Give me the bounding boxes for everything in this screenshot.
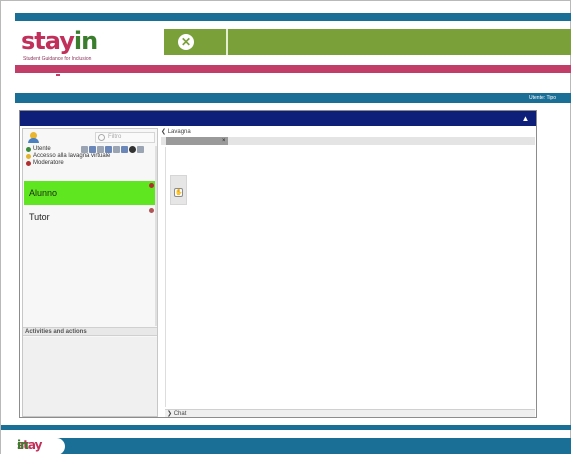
whiteboard-tabbar: × (161, 137, 535, 145)
panel-scrollbar[interactable] (155, 146, 157, 326)
green-toolbar: ✕ (164, 29, 571, 55)
pink-banner (15, 65, 571, 73)
toolbar-separator (226, 29, 228, 55)
logo-tagline: Student Guidance for Inclusion (23, 56, 92, 62)
pointer-tool-icon[interactable]: ✋ (174, 188, 183, 197)
footer-bar (1, 438, 571, 454)
tools-icon[interactable] (137, 146, 144, 153)
whiteboard-toolbox: ✋ (170, 175, 187, 205)
green-dot-icon (26, 147, 31, 152)
stayin-logo: stayin Student Guidance for Inclusion (15, 27, 163, 65)
user-row-tutor[interactable]: Tutor (24, 206, 156, 228)
screen-icon[interactable] (105, 146, 112, 153)
legend-item-accesso: Accesso alla lavagna virtuale (26, 153, 156, 160)
whiteboard-header[interactable]: ❮ Lavagna (161, 128, 535, 136)
user-label: Utente: Tipo (529, 95, 556, 101)
chevron-right-icon: ❯ (167, 411, 174, 417)
yellow-dot-icon (26, 154, 31, 159)
chat-label: Chat (173, 411, 187, 417)
user-bar: Utente: Tipo (15, 93, 571, 103)
warning-icon[interactable]: ▲ (521, 114, 530, 123)
users-icon[interactable] (28, 132, 42, 144)
whiteboard-canvas[interactable]: ✋ (165, 147, 535, 407)
user-row-alunno[interactable]: Alunno (24, 181, 156, 205)
users-panel: Filtro Utente Accesso alla lavagna virtu… (22, 128, 158, 417)
filter-input[interactable]: Filtro (95, 132, 155, 143)
whiteboard-title: Lavagna (167, 129, 191, 135)
virtual-classroom-app: ▲ Filtro Utente Accesso alla lavagna vir… (19, 110, 537, 418)
footer-logo: stay in (1, 438, 65, 454)
user-add-icon[interactable] (81, 146, 88, 153)
camera-icon[interactable] (89, 146, 96, 153)
legend-item-moderatore: Moderatore (26, 160, 156, 167)
chevron-left-icon: ❮ (161, 129, 168, 135)
top-banner (15, 13, 571, 21)
page: stayin Student Guidance for Inclusion ✕ … (0, 0, 571, 454)
app-header: ▲ (20, 111, 536, 126)
mic-mute-icon[interactable] (129, 146, 136, 153)
grid-icon[interactable] (97, 146, 104, 153)
whiteboard-panel: ❮ Lavagna × ✋ ❯ Chat (161, 128, 535, 417)
microphone-icon[interactable] (121, 146, 128, 153)
user-name: Alunno (29, 188, 58, 198)
tab-close-icon[interactable]: × (222, 137, 226, 145)
pink-marker (56, 74, 60, 76)
status-dot-icon (149, 208, 154, 213)
search-icon (98, 134, 105, 141)
user-toolbar (81, 146, 144, 153)
status-dot-icon (149, 183, 154, 188)
pencil-icon[interactable] (113, 146, 120, 153)
user-name: Tutor (29, 212, 50, 222)
footer-stripe (1, 425, 571, 430)
red-dot-icon (26, 161, 31, 166)
chat-bar[interactable]: ❯ Chat (165, 409, 535, 417)
whiteboard-tab[interactable]: × (166, 137, 228, 145)
activities-title: Activities and actions (23, 327, 157, 336)
filter-placeholder: Filtro (108, 134, 122, 140)
logo-text: stayin (21, 27, 98, 55)
activities-body (23, 337, 157, 416)
close-icon[interactable]: ✕ (178, 34, 194, 50)
